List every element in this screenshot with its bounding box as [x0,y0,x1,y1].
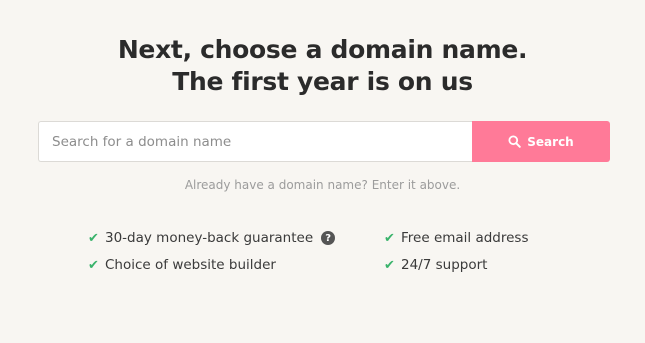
check-icon: ✔ [88,230,99,246]
check-icon: ✔ [384,230,395,246]
domain-search-input[interactable] [38,121,472,162]
feature-item: ✔ Free email address [384,230,529,246]
headline-line-1: Next, choose a domain name. [117,35,528,64]
feature-label: 30-day money-back guarantee [105,230,314,246]
search-button[interactable]: Search [472,121,610,162]
domain-search-form: Search [38,121,610,162]
feature-item: ✔ 24/7 support [384,257,487,273]
domain-hint-text: Already have a domain name? Enter it abo… [184,178,461,192]
feature-item: ✔ 30-day money-back guarantee ? [88,230,336,246]
page-title: Next, choose a domain name. The first ye… [0,34,645,98]
feature-label: Free email address [401,230,529,246]
help-icon[interactable]: ? [321,231,336,245]
check-icon: ✔ [384,257,395,273]
feature-item: ✔ Choice of website builder [88,257,276,273]
search-icon [508,135,522,148]
search-button-label: Search [527,134,574,149]
headline-line-2: The first year is on us [172,67,473,96]
feature-label: 24/7 support [401,257,488,273]
check-icon: ✔ [88,257,99,273]
feature-label: Choice of website builder [105,257,276,273]
